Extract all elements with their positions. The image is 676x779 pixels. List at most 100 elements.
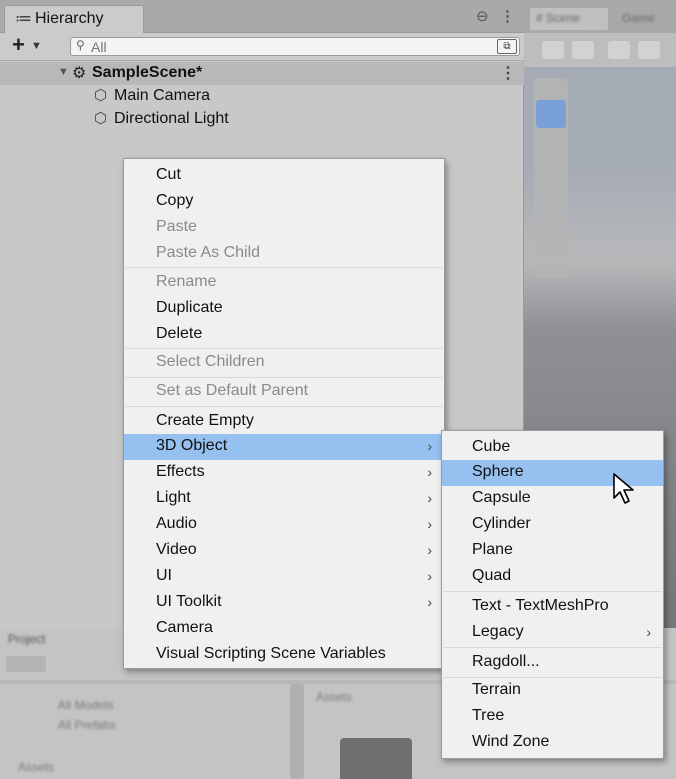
menu-separator xyxy=(125,267,443,268)
folder-icon[interactable] xyxy=(340,738,412,779)
menu-item-label: Paste xyxy=(156,218,197,235)
menu-item-paste-as-child[interactable]: Paste As Child xyxy=(124,241,444,267)
scene-tab-bar: # Scene Game xyxy=(524,0,676,33)
lock-icon[interactable]: ⊖ xyxy=(476,7,489,25)
menu-item-label: Create Empty xyxy=(156,412,254,429)
active-tool-button[interactable] xyxy=(536,100,566,128)
menu-item-label: Text - TextMeshPro xyxy=(472,597,609,614)
menu-item-text-textmeshpro[interactable]: Text - TextMeshPro xyxy=(442,594,663,620)
menu-item-label: Light xyxy=(156,489,191,506)
menu-item-cylinder[interactable]: Cylinder xyxy=(442,512,663,538)
tab-project[interactable]: Project xyxy=(8,632,45,652)
menu-item-label: Legacy xyxy=(472,623,524,640)
gameobject-cube-icon: ⬡ xyxy=(94,87,108,104)
hierarchy-tab-bar: ≔ Hierarchy ⊖ ⋮ xyxy=(0,0,524,34)
project-item-all-models[interactable]: All Models xyxy=(58,698,113,712)
menu-item-terrain[interactable]: Terrain xyxy=(442,678,663,704)
menu-item-label: Terrain xyxy=(472,681,521,698)
menu-item-delete[interactable]: Delete xyxy=(124,322,444,348)
submenu-arrow-icon: › xyxy=(427,594,432,610)
menu-item-legacy[interactable]: Legacy › xyxy=(442,620,663,646)
menu-item-label: UI Toolkit xyxy=(156,593,222,610)
submenu-arrow-icon: › xyxy=(427,516,432,532)
menu-item-3d-object[interactable]: 3D Object › xyxy=(124,434,444,460)
menu-item-set-default-parent[interactable]: Set as Default Parent xyxy=(124,379,444,405)
menu-item-light[interactable]: Light › xyxy=(124,486,444,512)
hierarchy-item-label: Main Camera xyxy=(114,87,211,104)
search-options-icon[interactable]: ⧉ xyxy=(497,39,517,54)
dropdown-arrow-icon: ▼ xyxy=(30,40,42,53)
hierarchy-toolbar: + ▼ ⚲ ⧉ xyxy=(0,33,524,61)
tab-hierarchy[interactable]: ≔ Hierarchy xyxy=(4,5,144,34)
scene-more-icon[interactable]: ⋮ xyxy=(500,63,516,83)
menu-separator xyxy=(125,348,443,349)
panel-more-icon[interactable]: ⋮ xyxy=(500,7,515,25)
project-item-all-prefabs[interactable]: All Prefabs xyxy=(58,718,116,732)
project-footer-assets[interactable]: Assets xyxy=(18,760,54,774)
menu-item-camera[interactable]: Camera xyxy=(124,616,444,642)
menu-item-plane[interactable]: Plane xyxy=(442,538,663,564)
project-scrollbar[interactable] xyxy=(290,684,304,779)
menu-item-rename[interactable]: Rename xyxy=(124,270,444,296)
scene-tool-button[interactable] xyxy=(638,41,660,59)
scene-tool-button[interactable] xyxy=(608,41,630,59)
submenu-arrow-icon: › xyxy=(427,464,432,480)
scene-row[interactable]: ▼ ⚙ SampleScene* ⋮ xyxy=(0,62,524,85)
menu-item-ui[interactable]: UI › xyxy=(124,564,444,590)
menu-item-visual-scripting-scene-variables[interactable]: Visual Scripting Scene Variables xyxy=(124,642,444,668)
menu-item-quad[interactable]: Quad xyxy=(442,564,663,590)
submenu-arrow-icon: › xyxy=(427,542,432,558)
menu-item-copy[interactable]: Copy xyxy=(124,189,444,215)
add-object-button[interactable]: + ▼ xyxy=(12,33,42,59)
menu-item-label: Audio xyxy=(156,515,197,532)
menu-item-audio[interactable]: Audio › xyxy=(124,512,444,538)
foldout-arrow-icon[interactable]: ▼ xyxy=(58,66,69,78)
search-icon: ⚲ xyxy=(76,38,85,52)
scene-tool-strip[interactable] xyxy=(534,78,568,278)
search-input[interactable] xyxy=(91,38,471,55)
menu-item-label: Rename xyxy=(156,273,217,290)
hierarchy-item-directional-light[interactable]: ⬡ Directional Light xyxy=(94,109,229,131)
tab-scene-label: # Scene xyxy=(536,11,581,25)
menu-item-label: Ragdoll... xyxy=(472,653,540,670)
mouse-cursor-icon xyxy=(613,473,634,504)
menu-item-effects[interactable]: Effects › xyxy=(124,460,444,486)
scene-tool-button[interactable] xyxy=(572,41,594,59)
menu-item-ui-toolkit[interactable]: UI Toolkit › xyxy=(124,590,444,616)
tab-game-label: Game xyxy=(622,11,655,25)
menu-item-label: Effects xyxy=(156,463,205,480)
project-add-button[interactable] xyxy=(6,656,46,672)
plus-icon: + xyxy=(12,32,25,57)
menu-separator xyxy=(125,377,443,378)
hierarchy-search-field[interactable]: ⚲ ⧉ xyxy=(70,37,520,56)
menu-item-cube[interactable]: Cube xyxy=(442,435,663,461)
menu-item-label: Duplicate xyxy=(156,299,223,316)
menu-item-label: Paste As Child xyxy=(156,244,261,261)
hierarchy-item-main-camera[interactable]: ⬡ Main Camera xyxy=(94,86,210,108)
menu-item-label: Cylinder xyxy=(472,515,531,532)
project-breadcrumb[interactable]: Assets xyxy=(316,690,352,704)
menu-item-label: Cut xyxy=(156,166,181,183)
scene-tool-button[interactable] xyxy=(542,41,564,59)
tab-game[interactable]: Game xyxy=(616,8,672,30)
hierarchy-tab-label: Hierarchy xyxy=(35,10,104,27)
menu-item-tree[interactable]: Tree xyxy=(442,704,663,730)
menu-item-select-children[interactable]: Select Children xyxy=(124,350,444,376)
menu-item-ragdoll[interactable]: Ragdoll... xyxy=(442,650,663,676)
menu-item-label: Set as Default Parent xyxy=(156,382,309,399)
menu-item-create-empty[interactable]: Create Empty xyxy=(124,409,444,435)
menu-item-cut[interactable]: Cut xyxy=(124,163,444,189)
scene-toolbar xyxy=(524,33,676,67)
menu-item-paste[interactable]: Paste xyxy=(124,215,444,241)
menu-item-label: 3D Object xyxy=(156,437,228,454)
menu-item-label: Copy xyxy=(156,192,194,209)
tab-scene[interactable]: # Scene xyxy=(530,8,608,30)
menu-separator xyxy=(125,406,443,407)
menu-item-wind-zone[interactable]: Wind Zone xyxy=(442,730,663,756)
menu-item-label: Quad xyxy=(472,567,512,584)
menu-item-duplicate[interactable]: Duplicate xyxy=(124,296,444,322)
menu-item-video[interactable]: Video › xyxy=(124,538,444,564)
menu-item-label: Wind Zone xyxy=(472,733,550,750)
hierarchy-list-icon: ≔ xyxy=(15,9,32,28)
menu-item-label: Visual Scripting Scene Variables xyxy=(156,645,386,662)
